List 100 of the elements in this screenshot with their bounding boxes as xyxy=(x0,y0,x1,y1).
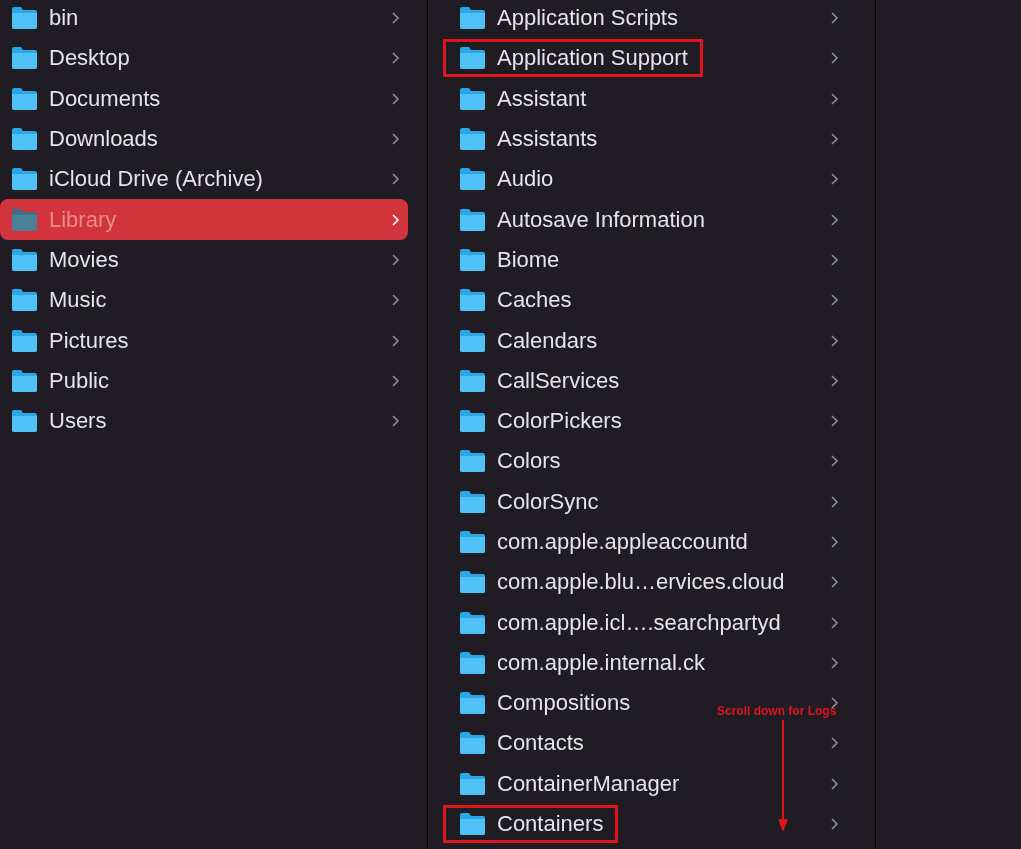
folder-name: ColorPickers xyxy=(497,408,622,435)
chevron-icon xyxy=(830,212,839,227)
chevron-icon xyxy=(830,11,839,26)
chevron-icon xyxy=(391,132,400,147)
folder-row[interactable]: Users xyxy=(0,400,408,442)
folder-name: Assistants xyxy=(497,126,598,153)
folder-row[interactable]: com.apple.internal.ck xyxy=(443,643,720,682)
folder-name: com.apple.icl….searchpartyd xyxy=(497,609,781,636)
chevron-icon xyxy=(830,51,839,66)
folder-icon xyxy=(459,771,486,796)
chevron-icon xyxy=(830,817,839,832)
chevron-icon xyxy=(391,212,400,227)
chevron-icon xyxy=(830,414,839,429)
chevron-icon xyxy=(391,172,400,187)
folder-row[interactable]: com.apple.appleaccountd xyxy=(443,523,763,561)
chevron-icon xyxy=(830,333,839,348)
folder-row[interactable]: ColorPickers xyxy=(443,402,637,441)
folder-name: Music xyxy=(49,287,108,314)
folder-icon xyxy=(459,247,486,272)
folder-row[interactable]: Containers xyxy=(443,805,619,844)
folder-name: CallServices xyxy=(497,367,620,394)
folder-row[interactable]: ColorSync xyxy=(443,482,614,521)
folder-icon xyxy=(459,610,486,635)
chevron-icon xyxy=(830,91,839,106)
chevron-icon xyxy=(830,252,839,267)
folder-row[interactable]: com.apple.blu…ervices.cloud xyxy=(443,563,800,602)
folder-row[interactable]: Application Scripts xyxy=(443,0,693,38)
folder-row[interactable]: CallServices xyxy=(443,361,635,400)
folder-icon xyxy=(459,167,486,192)
folder-name: Calendars xyxy=(497,327,598,354)
folder-name: Assistant xyxy=(497,85,587,112)
folder-name: Compositions xyxy=(497,690,631,717)
folder-row[interactable]: Movies xyxy=(0,239,408,281)
chevron-icon xyxy=(391,11,400,26)
folder-row[interactable]: Contacts xyxy=(443,724,599,763)
chevron-icon xyxy=(391,333,400,348)
folder-icon xyxy=(459,731,486,756)
folder-name: bin xyxy=(49,5,80,32)
folder-icon xyxy=(459,691,486,716)
chevron-icon xyxy=(830,373,839,388)
folder-name: Users xyxy=(49,408,108,435)
folder-row[interactable]: Assistant xyxy=(443,79,602,118)
folder-icon xyxy=(11,167,38,192)
folder-icon xyxy=(459,86,486,111)
folder-row[interactable]: Desktop xyxy=(0,38,408,79)
folder-name: Containers xyxy=(497,811,604,838)
folder-name: Desktop xyxy=(49,45,131,72)
folder-name: com.apple.appleaccountd xyxy=(497,529,748,555)
chevron-icon xyxy=(830,132,839,147)
chevron-icon xyxy=(391,51,400,66)
folder-row[interactable]: Pictures xyxy=(0,320,408,361)
chevron-icon xyxy=(830,535,839,549)
folder-name: Application Support xyxy=(497,45,688,72)
folder-icon xyxy=(459,409,486,434)
folder-row[interactable]: Compositions xyxy=(443,684,646,723)
chevron-icon xyxy=(830,293,839,308)
chevron-icon xyxy=(830,494,839,509)
folder-name: Documents xyxy=(49,85,162,112)
folder-icon xyxy=(11,409,38,434)
folder-row[interactable]: Music xyxy=(0,280,408,321)
chevron-icon xyxy=(830,615,839,630)
folder-row[interactable]: Assistants xyxy=(443,120,613,159)
folder-row[interactable]: Documents xyxy=(0,78,408,119)
folder-icon xyxy=(459,650,486,675)
chevron-icon xyxy=(391,414,400,429)
folder-row[interactable]: ContainerManager xyxy=(443,764,695,803)
folder-row[interactable]: Colors xyxy=(443,442,576,481)
folder-name: ContainerManager xyxy=(497,770,680,797)
folder-name: com.apple.internal.ck xyxy=(497,649,705,676)
folder-icon xyxy=(459,288,486,313)
folder-icon xyxy=(11,368,38,393)
folder-name: Caches xyxy=(497,287,572,314)
chevron-icon xyxy=(830,575,839,590)
folder-name: Application Scripts xyxy=(497,5,678,32)
folder-icon xyxy=(11,328,38,353)
folder-icon xyxy=(459,449,486,474)
folder-row[interactable]: bin xyxy=(0,0,408,39)
folder-row[interactable]: Biome xyxy=(443,240,575,279)
chevron-icon xyxy=(830,172,839,187)
folder-name: ColorSync xyxy=(497,488,599,515)
folder-row[interactable]: Application Support xyxy=(443,39,703,78)
folder-icon xyxy=(459,812,486,837)
folder-row[interactable]: Caches xyxy=(443,281,587,320)
folder-icon xyxy=(11,86,38,111)
folder-icon xyxy=(11,6,38,31)
folder-row[interactable]: Audio xyxy=(443,160,569,199)
folder-row[interactable]: Downloads xyxy=(0,118,408,160)
folder-name: Downloads xyxy=(49,126,159,153)
folder-icon xyxy=(459,368,486,393)
folder-name: Library xyxy=(49,206,118,233)
folder-row[interactable]: Public xyxy=(0,360,408,401)
folder-icon xyxy=(459,570,486,595)
folder-row[interactable]: Calendars xyxy=(443,321,613,360)
folder-icon xyxy=(11,247,38,272)
folder-row[interactable]: Autosave Information xyxy=(443,200,720,239)
folder-row[interactable]: iCloud Drive (Archive) xyxy=(0,159,408,200)
folder-row[interactable]: com.apple.icl….searchpartyd xyxy=(443,603,796,642)
folder-name: Autosave Information xyxy=(497,206,705,233)
folder-name: iCloud Drive (Archive) xyxy=(49,166,264,193)
chevron-icon xyxy=(391,293,400,308)
